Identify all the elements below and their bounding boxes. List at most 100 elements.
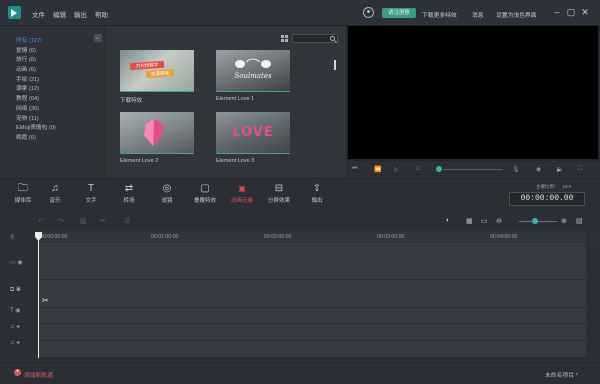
zoom-slider[interactable] [519, 221, 557, 222]
category-item[interactable]: 宠物 (11) [16, 113, 56, 123]
split-screen-button[interactable]: ⊟ 分屏效果 [264, 183, 294, 204]
effect-thumbnail[interactable]: 万代特殊字 资源商城 [120, 50, 194, 92]
previous-frame-icon[interactable]: ⏪ [374, 166, 381, 173]
category-item[interactable]: 爱情 (6) [16, 45, 56, 55]
menu-edit[interactable]: 编辑 [53, 9, 66, 19]
maximize-icon[interactable]: ▢ [565, 6, 577, 18]
category-item[interactable]: 教程 (64) [16, 93, 56, 103]
library-panel: ← 所有 (127) 爱情 (6) 旅行 (6) 动画 (6) 手绘 (21) … [0, 26, 346, 178]
music-track[interactable] [38, 341, 586, 358]
delete-icon[interactable]: ▥ [80, 217, 87, 225]
account-icon[interactable] [363, 7, 374, 18]
category-item[interactable]: EMoji表情包 (9) [16, 122, 56, 132]
text-track[interactable] [38, 308, 586, 324]
collapse-panel-button[interactable]: ← [94, 34, 102, 42]
export-button[interactable]: ⇪ 输出 [302, 183, 332, 204]
ruler-tick-label: 00:02:00:00 [264, 234, 292, 240]
adjust-icon[interactable]: ☰ [124, 217, 130, 225]
timeline-ruler[interactable]: 00:00:00:00 00:01:00:00 00:02:00:00 00:0… [38, 231, 586, 245]
search-box[interactable] [292, 34, 338, 43]
snapshot-icon[interactable]: ◉ [536, 166, 541, 173]
menu-bar: 文件 编辑 输出 帮助 [32, 9, 108, 19]
category-item[interactable]: 旅行 (6) [16, 54, 56, 64]
video-track-icon[interactable]: ▭ ◉ [10, 259, 23, 266]
render-icon[interactable]: ▦ [466, 217, 473, 225]
tool-label: 音乐 [49, 198, 61, 204]
add-icon[interactable]: + [14, 369, 21, 376]
tool-label: 滤镜 [161, 198, 173, 204]
search-input[interactable] [293, 35, 329, 42]
close-icon[interactable]: ✕ [579, 6, 591, 18]
thumb-text: Soulmates [234, 72, 272, 80]
speed-icon[interactable]: ◐ [446, 217, 450, 224]
preview-progress-knob[interactable] [436, 166, 442, 172]
timeline-scrollbar[interactable] [588, 246, 596, 358]
cut-icon[interactable]: ✂ [100, 217, 106, 225]
category-list: 所有 (127) 爱情 (6) 旅行 (6) 动画 (6) 手绘 (21) 潮拿… [16, 35, 56, 142]
preview-screen[interactable] [348, 26, 598, 159]
category-panel: ← 所有 (127) 爱情 (6) 旅行 (6) 动画 (6) 手绘 (21) … [0, 26, 106, 178]
grid-view-icon[interactable] [281, 35, 288, 42]
elements-button[interactable]: ▣ 动画元素 [227, 183, 257, 204]
category-item[interactable]: 网络 (36) [16, 103, 56, 113]
playback-controls: ⏮ ⏪ ▷ □ 🎙 ◉ 🔈 ⛶ [346, 161, 600, 178]
preview-progress-bar[interactable] [443, 169, 503, 170]
tool-label: 转场 [123, 198, 135, 204]
tool-label: 输出 [311, 198, 323, 204]
search-icon[interactable] [330, 36, 335, 41]
music-track-icon[interactable]: ♫ ◂ [10, 339, 19, 346]
menu-file[interactable]: 文件 [32, 9, 45, 19]
download-effects-link[interactable]: 下载更多特效 [422, 10, 457, 19]
pip-track-icon[interactable]: ⧉ ◉ [10, 287, 21, 294]
track-headers: ⚲ ▭ ◉ ⧉ ◉ T ◉ ♫ ◂ ♫ ◂ [0, 231, 38, 361]
scissors-icon[interactable]: ✂ [42, 296, 49, 305]
text-track-icon[interactable]: T ◉ [10, 307, 20, 314]
media-library-button[interactable]: 🗀 媒体库 [8, 183, 38, 204]
minimize-icon[interactable]: – [551, 6, 563, 18]
music-track[interactable] [38, 324, 586, 341]
skip-back-icon[interactable]: ⏮ [352, 166, 357, 173]
text-button[interactable]: T 文字 [76, 183, 106, 204]
preview-render-icon[interactable]: ▭ [481, 217, 488, 225]
effect-thumbnail[interactable] [120, 112, 194, 154]
effect-thumbnail[interactable]: LOVE [216, 112, 290, 154]
effect-thumbnail[interactable]: Soulmates [216, 50, 290, 92]
pip-track[interactable] [38, 280, 586, 308]
category-item[interactable]: 动画 (6) [16, 64, 56, 74]
register-button[interactable]: 请注册账 [382, 8, 416, 18]
volume-icon[interactable]: 🔈 [556, 166, 563, 173]
light-theme-link[interactable]: 设置为浅色界面 [496, 10, 537, 19]
menu-export[interactable]: 输出 [74, 9, 87, 19]
video-track[interactable] [38, 246, 586, 280]
category-all[interactable]: 所有 (127) [16, 35, 56, 45]
library-scrollbar[interactable] [334, 60, 336, 70]
play-icon[interactable]: ▷ [394, 166, 399, 173]
category-item[interactable]: 晚霞 (6) [16, 132, 56, 142]
zoom-slider-knob[interactable] [532, 218, 538, 224]
music-button[interactable]: ♫ 音乐 [40, 183, 70, 204]
filter-button[interactable]: ◎ 滤镜 [152, 183, 182, 204]
fullscreen-icon[interactable]: ⛶ [578, 166, 582, 173]
music-track-icon[interactable]: ♫ ◂ [10, 323, 19, 330]
timeline-view-icon[interactable]: ▤ [576, 217, 583, 225]
add-track-button[interactable]: 添加新轨道 [24, 370, 53, 379]
add-marker-icon[interactable]: ⚲ [10, 234, 14, 241]
playhead-line[interactable] [38, 240, 39, 358]
zoom-in-icon[interactable]: ⊕ [561, 217, 567, 225]
overlay-button[interactable]: ▢ 叠覆特效 [190, 183, 220, 204]
microphone-icon[interactable]: 🎙 [512, 166, 520, 173]
messages-link[interactable]: 消息 [472, 10, 484, 19]
category-item[interactable]: 手绘 (21) [16, 74, 56, 84]
folder-icon: 🗀 [18, 183, 28, 194]
category-item[interactable]: 潮拿 (12) [16, 83, 56, 93]
transition-button[interactable]: ⇄ 转场 [114, 183, 144, 204]
stop-icon[interactable]: □ [416, 166, 420, 172]
menu-help[interactable]: 帮助 [95, 9, 108, 19]
undo-icon[interactable]: ↶ [38, 217, 44, 225]
effect-label: Element Love 1 [216, 96, 255, 102]
ruler-tick-label: 00:04:00:00 [490, 234, 518, 240]
redo-icon[interactable]: ↷ [58, 217, 64, 225]
zoom-out-icon[interactable]: ⊖ [496, 217, 502, 225]
effect-label: Element Love 3 [216, 158, 255, 164]
timeline-tracks [38, 246, 586, 358]
